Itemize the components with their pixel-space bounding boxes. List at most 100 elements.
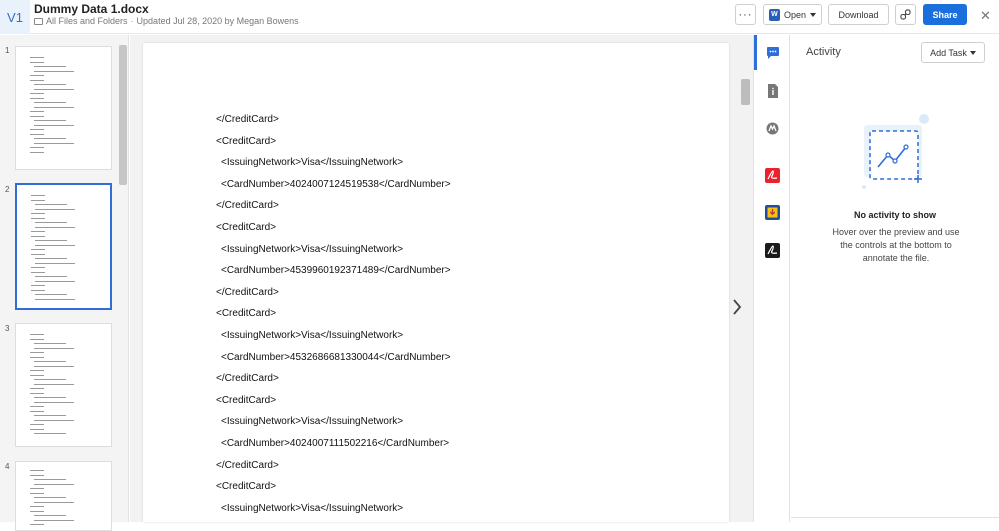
thumbnail-text-line [34,138,66,139]
document-line: </CreditCard> [216,459,279,471]
chevron-down-icon [969,50,976,55]
page-thumbnail-2[interactable] [15,183,112,310]
thumbnail-text-line [30,524,44,525]
empty-state-title: No activity to show [853,210,936,220]
thumbnail-text-line [34,515,66,516]
thumbnail-text-line [30,111,44,112]
thumbnail-scrollbar[interactable] [119,45,127,185]
thumbnail-text-line [35,294,67,295]
thumbnail-text-line [30,79,44,81]
thumbnail-text-line [30,147,44,148]
thumbnail-text-line [34,70,74,72]
thumbnail-text-line [30,352,44,353]
thumbnail-text-line [34,120,66,121]
document-line: <IssuingNetwork>Visa</IssuingNetwork> [221,157,404,169]
thumbnail-text-line [35,204,67,205]
document-line: </CreditCard> [216,286,279,298]
document-line: <CreditCard> [216,394,277,406]
thumbnail-text-line [31,249,45,250]
thumbnail-text-line [30,374,44,376]
thumbnail-text-line [30,406,44,407]
page-number-3: 3 [5,324,10,333]
breadcrumb-link[interactable]: All Files and Folders [46,16,128,26]
thumbnail-text-line [34,433,66,434]
thumbnail-text-line [30,492,44,494]
thumbnail-text-line [34,415,66,416]
thumbnail-sidebar[interactable]: 1 2 3 4 [0,35,129,531]
thumbnail-text-line [34,343,66,344]
document-line: <IssuingNetwork>Visa</IssuingNetwork> [221,243,404,255]
thumbnail-text-line [30,338,44,340]
more-options-button[interactable]: ··· [735,4,756,25]
document-line: </CreditCard> [216,114,279,125]
thumbnail-text-line [35,276,67,277]
thumbnail-text-line [35,244,75,246]
document-line: </CreditCard> [216,373,279,385]
thumbnail-text-line [30,57,44,58]
thumbnail-text-line [34,497,66,498]
thumbnail-text-line [34,142,74,144]
thumbnail-text-line [30,424,44,425]
document-line: <IssuingNetwork>Visa</IssuingNetwork> [221,502,404,514]
open-button[interactable]: W Open [763,4,822,25]
thumbnail-text-line [34,365,74,367]
thumbnail-text-line [31,271,45,273]
thumbnail-text-line [31,195,45,196]
page-thumbnail-4[interactable] [15,461,112,531]
thumbnail-text-line [35,240,67,241]
thumbnail-text-line [30,388,44,389]
viewer-scrollbar[interactable] [741,79,750,105]
version-badge[interactable]: V1 [0,0,30,34]
thumbnail-text-line [30,115,44,117]
activity-panel: Activity Add Task No activity to show Ho… [791,35,999,522]
copy-link-button[interactable] [895,4,916,25]
thumbnail-text-line [34,84,66,85]
thumbnail-text-line [31,231,45,232]
adobe-acrobat-icon[interactable] [765,168,780,183]
thumbnail-text-line [30,506,44,507]
thumbnail-text-line [31,235,45,237]
close-icon[interactable]: ✕ [980,8,991,24]
thumbnail-text-line [31,253,45,255]
thumbnail-text-line [34,361,66,362]
document-line: <CardNumber>4539960192371489</CardNumber… [221,265,451,277]
page-thumbnail-3[interactable] [15,323,112,447]
thumbnail-text-line [34,479,66,480]
thumbnail-text-line [34,102,66,103]
page-thumbnail-1[interactable] [15,46,112,170]
thumbnail-text-line [30,129,44,130]
thumbnail-text-line [30,470,44,471]
comment-icon[interactable] [765,45,780,60]
empty-state-description: Hover over the preview and use the contr… [832,227,960,263]
thumbnail-text-line [31,213,45,214]
adobe-sign-icon[interactable] [765,243,780,258]
top-header: V1 Dummy Data 1.docx All Files and Folde… [0,0,999,34]
document-line: <IssuingNetwork>Visa</IssuingNetwork> [221,330,404,341]
chevron-down-icon [810,12,817,17]
page-number-1: 1 [5,46,10,55]
thumbnail-text-line [30,133,44,135]
add-task-button[interactable]: Add Task [921,42,985,63]
thumbnail-text-line [35,298,75,300]
thumbnail-text-line [34,501,74,503]
link-icon [900,9,911,20]
thumbnail-text-line [34,419,74,421]
thumbnail-text-line [31,267,45,268]
next-file-button[interactable] [730,297,744,317]
thumbnail-text-line [35,262,75,264]
document-line: <CreditCard> [216,481,277,493]
document-line: <IssuingNetwork>Visa</IssuingNetwork> [221,416,404,428]
download-app-icon[interactable] [765,205,780,220]
document-line: <CardNumber>4532686681330044</CardNumber… [221,351,451,363]
download-button[interactable]: Download [828,4,889,25]
thumbnail-text-line [31,285,45,286]
activity-divider [791,517,999,518]
box-sign-icon[interactable] [765,121,780,136]
page-number-4: 4 [5,462,10,471]
thumbnail-text-line [30,474,44,476]
share-button[interactable]: Share [923,4,967,25]
info-icon[interactable] [765,83,780,98]
thumbnail-text-line [30,488,44,489]
thumbnail-text-line [34,397,66,398]
document-line: <CardNumber>4024007111502216</CardNumber… [221,438,450,449]
